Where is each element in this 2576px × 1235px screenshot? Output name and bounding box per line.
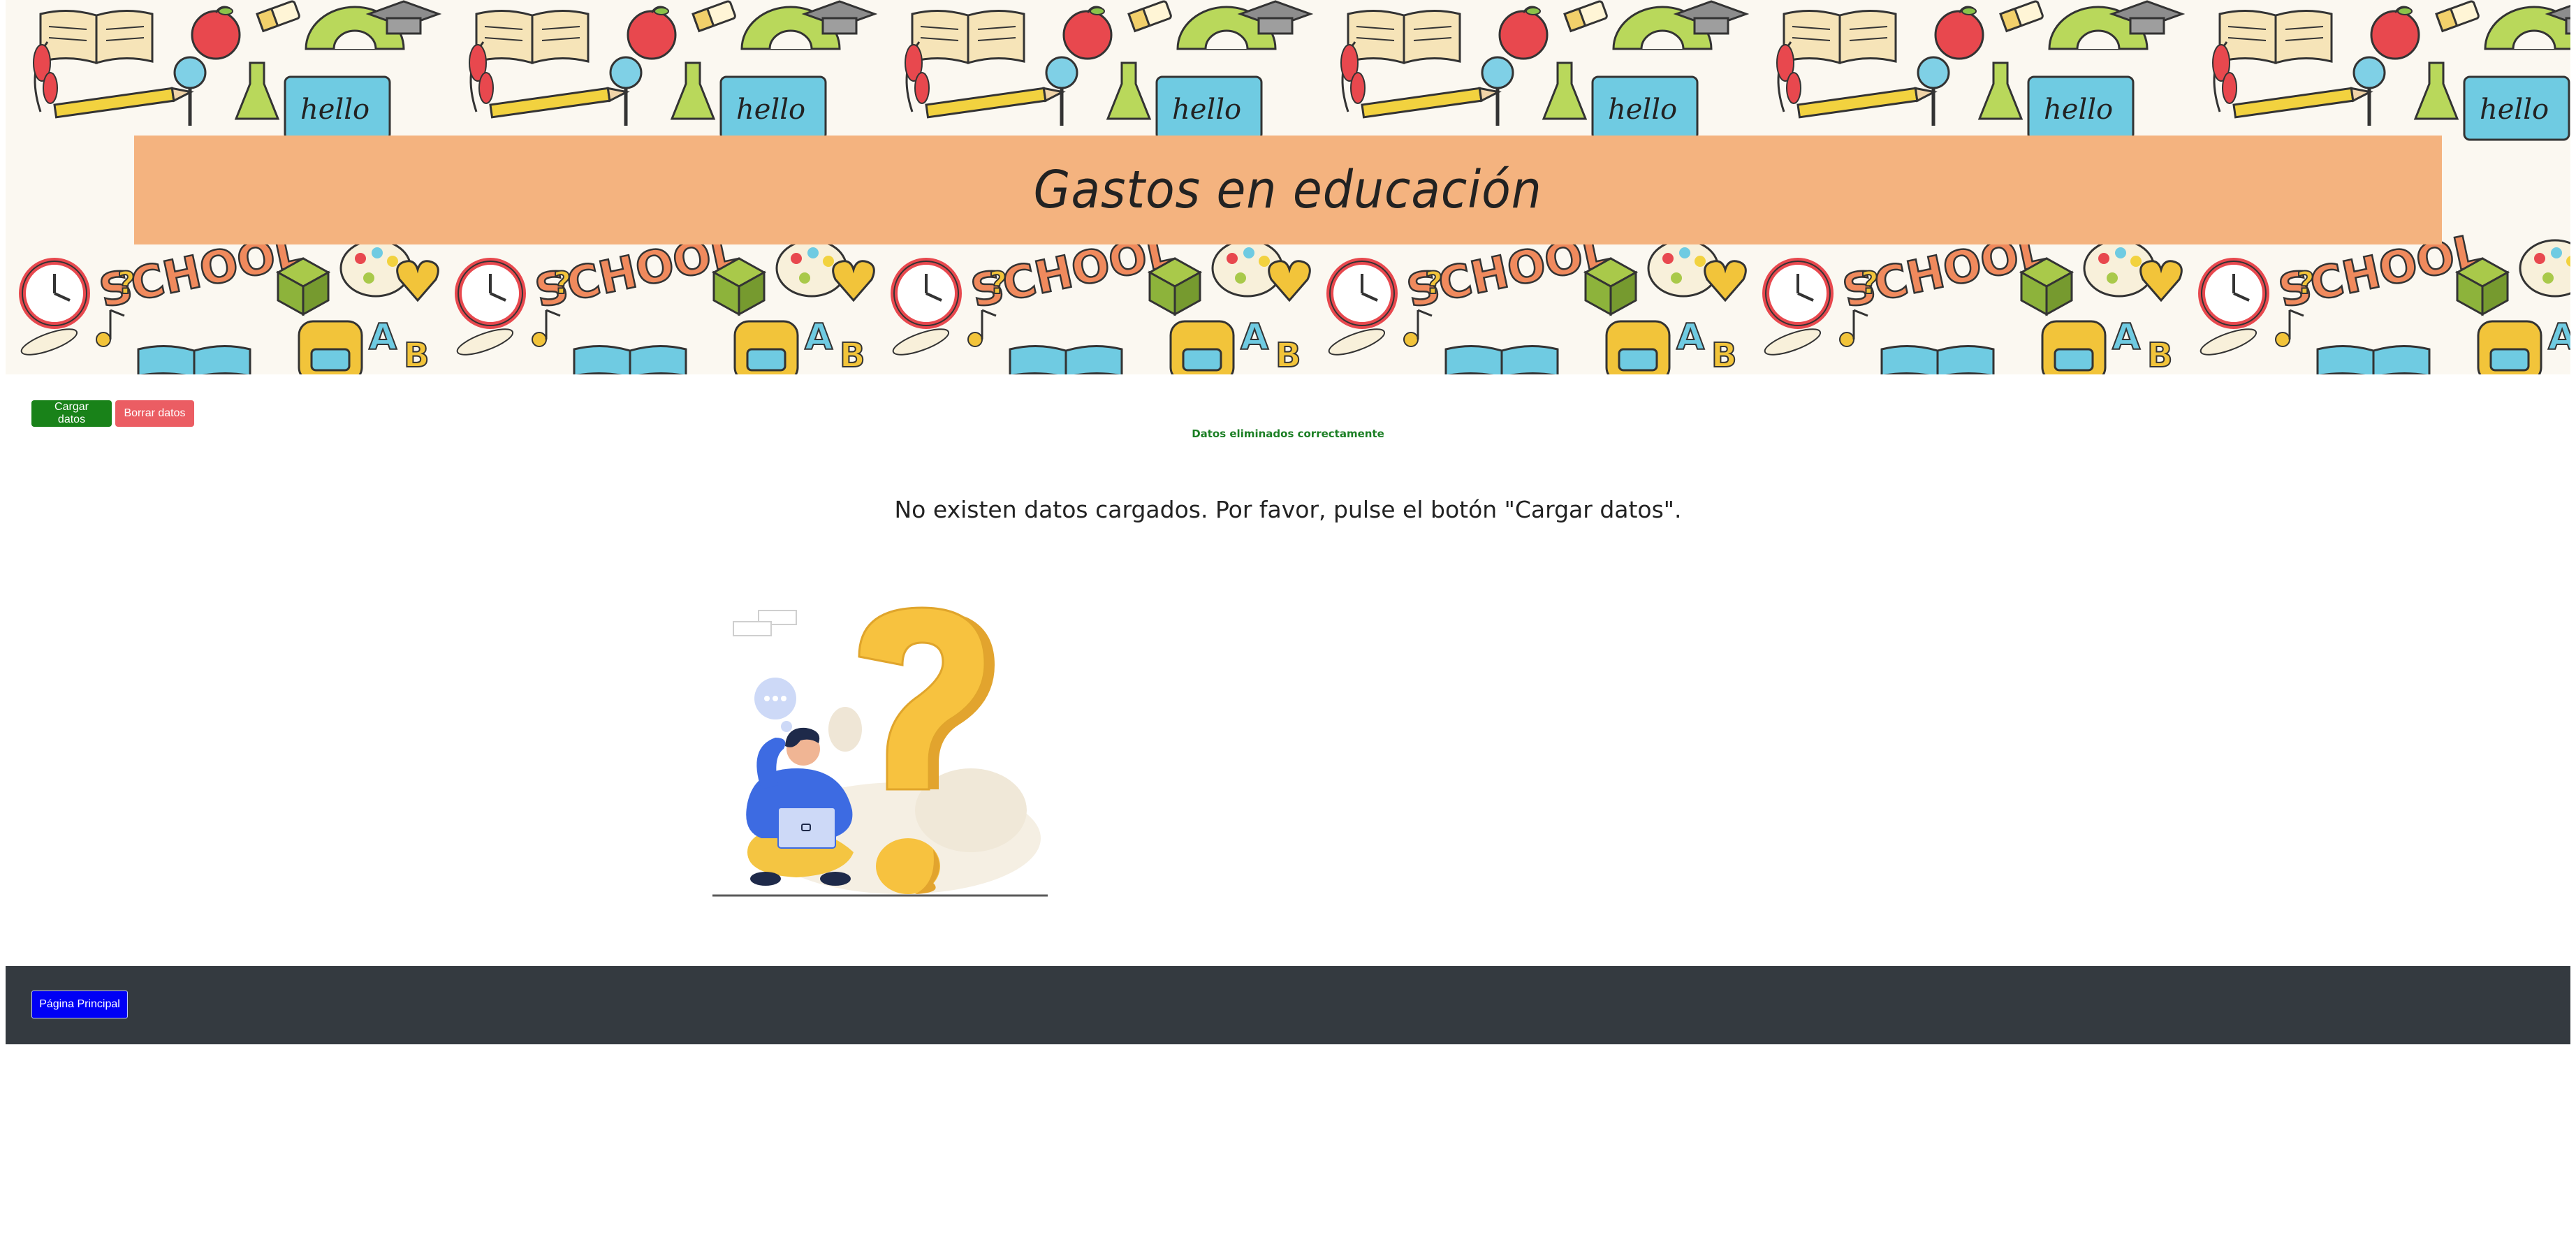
header-banner: hello SCHOOL (6, 0, 2570, 374)
laptop-icon (777, 807, 836, 849)
footer: Página Principal (6, 966, 2570, 1044)
empty-data-message: No existen datos cargados. Por favor, pu… (894, 496, 1682, 523)
person-figure (746, 727, 854, 886)
home-page-button[interactable]: Página Principal (31, 991, 128, 1018)
title-box: Gastos en educación (134, 136, 2442, 244)
delete-data-button[interactable]: Borrar datos (115, 400, 194, 427)
page: hello SCHOOL (0, 0, 2576, 1235)
load-data-button[interactable]: Cargar datos (31, 400, 112, 427)
status-message: Datos eliminados correctamente (1192, 428, 1384, 440)
page-title: Gastos en educación (1033, 160, 1543, 220)
question-illustration (712, 606, 1048, 897)
